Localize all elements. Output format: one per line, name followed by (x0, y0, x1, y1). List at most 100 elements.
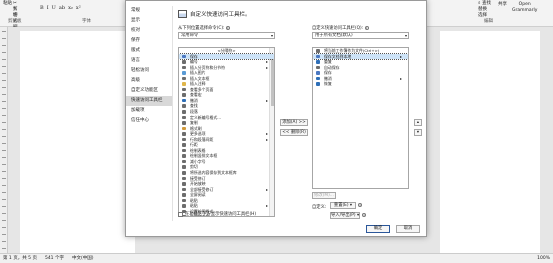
clipboard-group-label: 剪贴板 (8, 19, 22, 24)
info-icon: i (358, 203, 362, 207)
format-button[interactable]: x₂ (68, 5, 73, 11)
command-icon (182, 65, 186, 70)
list-item[interactable]: 恢复 (313, 81, 408, 87)
nav-item[interactable]: 加载项 (126, 106, 172, 116)
options-nav: 常规 显示 校对 保存 版式 语言 轻松访问 高级 自定义功能区 快速访问工具栏 加载项 信任中心 (126, 6, 173, 221)
remove-button[interactable]: << 删除(R) (280, 129, 308, 136)
command-icon (182, 165, 186, 169)
list-item-label: 将所选内容保存到文本框库 (190, 170, 237, 176)
editing-group-label: 编辑 (484, 19, 493, 24)
status-bar: 第 1 页，共 5 页 541 个字 中文(中国) 100% (0, 253, 553, 263)
page-count[interactable]: 第 1 页，共 5 页 (3, 254, 37, 263)
ruler-tick (2, 199, 6, 200)
word-count[interactable]: 541 个字 (45, 254, 64, 263)
list-item-label: 查找 (190, 103, 198, 109)
ruler-tick (2, 73, 6, 74)
command-icon (182, 98, 186, 103)
command-icon (182, 176, 186, 181)
nav-item[interactable]: 显示 (126, 16, 172, 26)
format-button[interactable]: B (40, 5, 44, 11)
format-button[interactable]: U (52, 5, 56, 11)
ruler-tick (2, 136, 6, 137)
cancel-button[interactable]: 取消 (396, 225, 420, 233)
info-icon: i (364, 25, 369, 30)
ruler-tick (2, 220, 6, 221)
editing-group: ⌕ 查找 替换 选择 (478, 1, 491, 19)
qat-commands-list[interactable]: 将当前工作簿作为文件(Ctrl+>) 保存文档到本地 ▸ 重复 自动保存 保存 撤消 ▸ 恢复 (312, 47, 409, 189)
command-icon (182, 87, 186, 92)
reset-button[interactable]: 重置(E) ▾ (330, 202, 356, 209)
ruler-tick (2, 164, 6, 165)
info-icon: i (362, 213, 366, 217)
list-item-label: 保存 (324, 70, 332, 76)
nav-item[interactable]: 版式 (126, 46, 172, 56)
open-grammarly-button[interactable]: Open Grammarly (512, 2, 537, 14)
command-icon (182, 60, 186, 64)
format-button[interactable]: ab (59, 5, 65, 11)
nav-item[interactable]: 轻松访问 (126, 66, 172, 76)
choose-commands-label: 从下列位置选择命令(C): i (178, 25, 230, 31)
nav-item[interactable]: 快速访问工具栏 (126, 96, 172, 106)
ruler-tick (2, 241, 6, 242)
modify-button[interactable]: 修改(M)... (312, 192, 336, 199)
document-page[interactable] (20, 31, 135, 253)
nav-item[interactable]: 自定义功能区 (126, 86, 172, 96)
ruler-tick (2, 143, 6, 144)
add-button[interactable]: 添加(A) >> (280, 119, 308, 126)
ruler-tick (2, 227, 6, 228)
ruler-tick (2, 52, 6, 53)
list-item-label: 粘贴 (190, 197, 198, 203)
share-button[interactable]: 共享 (498, 2, 507, 8)
ruler-tick (2, 248, 6, 249)
list-item-label: <分隔符> (217, 48, 236, 53)
ruler-tick (2, 38, 6, 39)
nav-item[interactable]: 常规 (126, 6, 172, 16)
list-item-label: 开始放映 (190, 181, 206, 187)
command-icon (182, 132, 186, 136)
command-icon (182, 93, 186, 97)
nav-item[interactable]: 保存 (126, 36, 172, 46)
checkbox-box[interactable] (178, 211, 183, 217)
language-indicator[interactable]: 中文(中国) (72, 254, 94, 263)
nav-item[interactable]: 校对 (126, 26, 172, 36)
choose-commands-select[interactable]: 常用命令 ▾ (178, 32, 275, 39)
move-down-button[interactable]: ▾ (414, 129, 422, 136)
ruler-tick (2, 108, 6, 109)
custom-label: 自定义: (312, 205, 327, 210)
available-commands-list[interactable]: <分隔符> 保存 编号 ▸ 插入分页符和分节符 ▸ 插入图片 插入文本框 插入注释 查看多个页面查… (178, 47, 275, 217)
nav-item[interactable]: 信任中心 (126, 116, 172, 126)
ruler-tick (2, 178, 6, 179)
chevron-down-icon: ▾ (404, 33, 407, 38)
document-page-right[interactable] (440, 31, 540, 253)
command-icon (182, 110, 186, 114)
command-icon (182, 198, 186, 203)
list-item-label: 保存 (190, 53, 198, 59)
nav-item[interactable]: 语言 (126, 56, 172, 66)
ok-button[interactable]: 确定 (366, 225, 390, 233)
format-button[interactable]: x² (76, 5, 81, 11)
command-icon (316, 76, 320, 81)
list-item-label: 重复 (324, 59, 332, 65)
command-icon (182, 143, 186, 147)
import-export-button[interactable]: 导入/导出(P) ▾ (330, 212, 360, 219)
list-item-label: 撤消 (324, 75, 332, 81)
zoom-level[interactable]: 100% (537, 254, 550, 263)
font-group-label: 字体 (82, 19, 91, 24)
list-item-label: 编号 (190, 59, 198, 65)
list-item-label: 接受修订 (190, 175, 206, 181)
ruler-tick (2, 59, 6, 60)
ruler-tick (2, 192, 6, 193)
toolbar-icon (178, 10, 187, 18)
list-item-label: 绘制竖排文本框 (190, 153, 218, 159)
move-up-button[interactable]: ▴ (414, 119, 422, 126)
nav-item[interactable]: 高级 (126, 76, 172, 86)
list-item-label: 段落 (190, 109, 198, 115)
command-icon (182, 104, 186, 108)
ruler-tick (2, 80, 6, 81)
command-icon (182, 137, 186, 142)
customize-qat-select[interactable]: 用于所有文档(默认) ▾ (312, 32, 409, 39)
show-below-ribbon-checkbox[interactable]: 在功能区下方显示快速访问工具栏(H) (178, 211, 256, 217)
list-item-label: 剪切 (190, 164, 198, 170)
format-button[interactable]: I (47, 5, 49, 11)
paste-button[interactable]: 粘贴 (3, 1, 12, 7)
